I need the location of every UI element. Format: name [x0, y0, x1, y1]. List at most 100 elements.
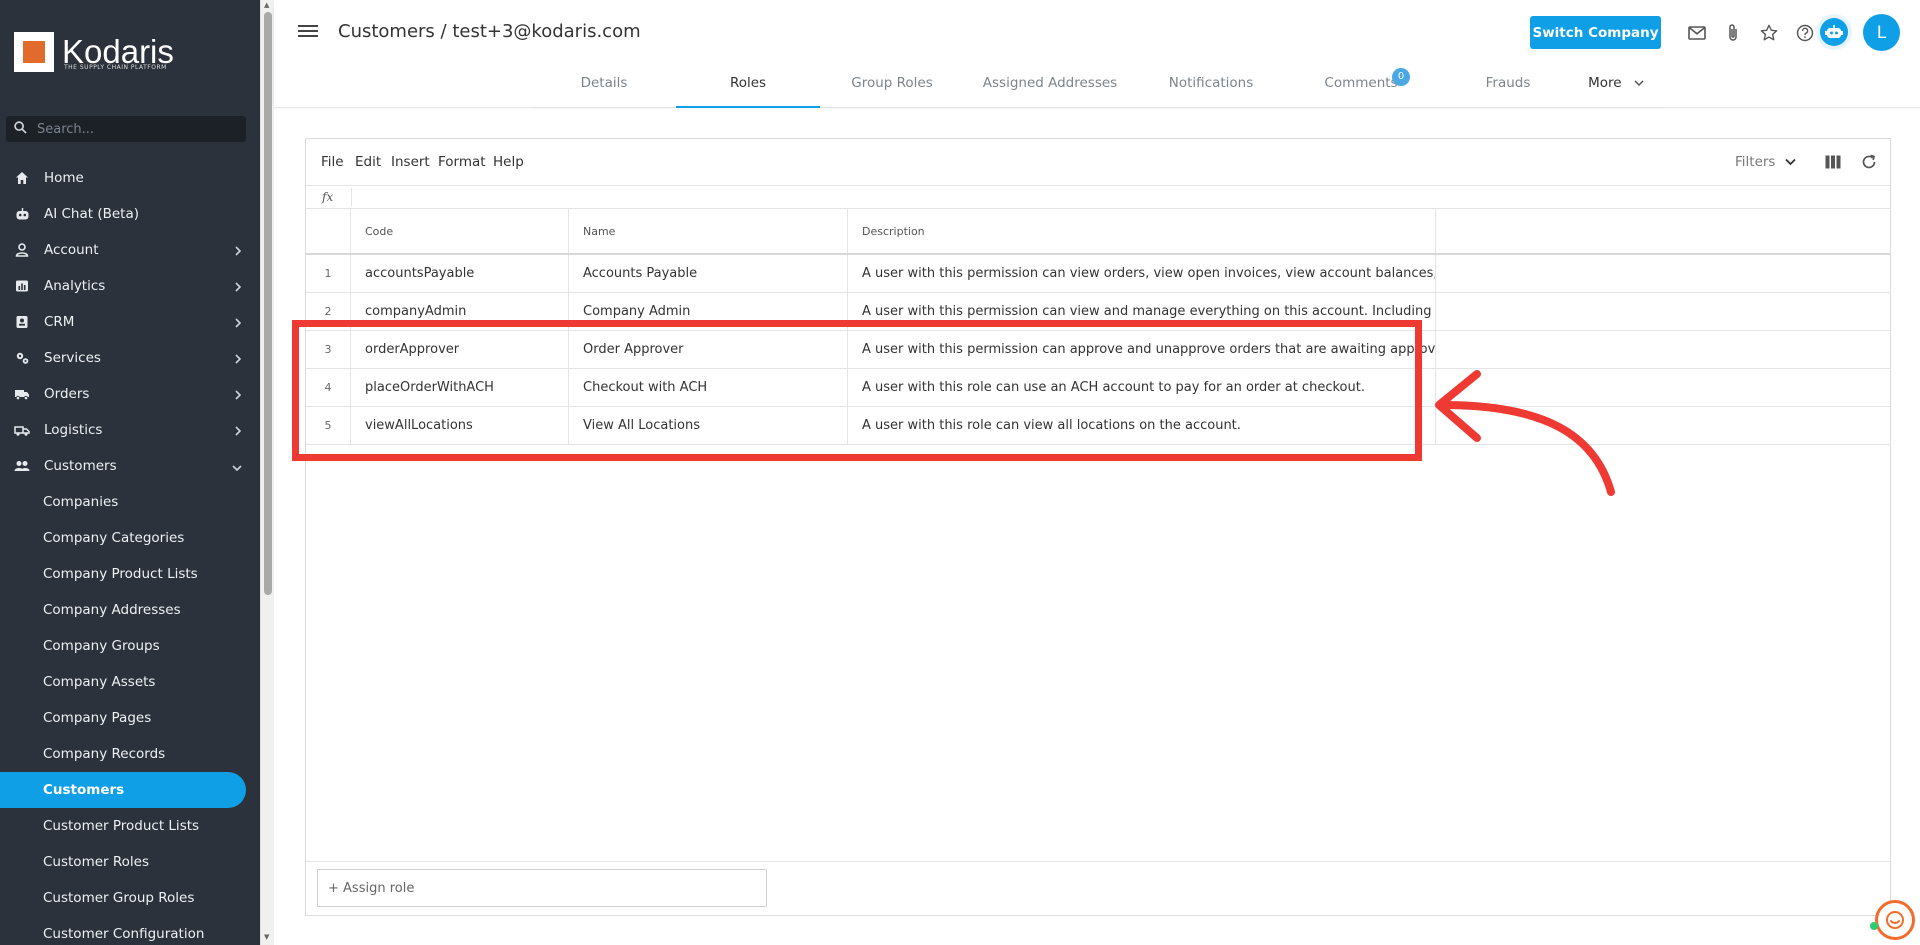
sidebar-item-label: Customers	[44, 458, 117, 474]
sidebar-item-ai-chat[interactable]: AI Chat (Beta)	[0, 196, 260, 232]
tab-frauds[interactable]: Frauds	[1436, 70, 1580, 108]
sidebar-item-label: Services	[44, 350, 101, 366]
sidebar-item-home[interactable]: Home	[0, 160, 260, 196]
menu-file[interactable]: File	[321, 154, 344, 170]
sidebar-subitem-customer-product-lists[interactable]: Customer Product Lists	[0, 808, 260, 844]
menu-toggle-icon[interactable]	[298, 22, 318, 42]
tab-group-roles[interactable]: Group Roles	[820, 70, 964, 108]
assign-role-button[interactable]: + Assign role	[317, 869, 767, 907]
tab-label: Roles	[729, 75, 767, 91]
help-icon[interactable]	[1794, 22, 1816, 44]
sidebar-item-analytics[interactable]: Analytics	[0, 268, 260, 304]
star-icon[interactable]	[1758, 22, 1780, 44]
user-avatar[interactable]: L	[1863, 14, 1900, 51]
delivery-icon	[14, 422, 30, 438]
sidebar-subitem-customer-configuration[interactable]: Customer Configuration	[0, 916, 260, 945]
column-header-code[interactable]: Code	[351, 209, 569, 253]
sidebar-item-logistics[interactable]: Logistics	[0, 412, 260, 448]
sidebar-item-label: Account	[44, 242, 99, 258]
sidebar-subitem-customer-group-roles[interactable]: Customer Group Roles	[0, 880, 260, 916]
row-number-header	[306, 209, 351, 253]
chevron-right-icon	[234, 352, 242, 368]
sidebar-subitem-company-product-lists[interactable]: Company Product Lists	[0, 556, 260, 592]
tab-comments[interactable]: Comments 0	[1286, 68, 1436, 108]
column-header-empty	[1436, 209, 1890, 253]
cell-code[interactable]: accountsPayable	[351, 255, 569, 292]
sidebar-subitem-company-groups[interactable]: Company Groups	[0, 628, 260, 664]
person-icon	[14, 242, 30, 258]
sidebar-item-account[interactable]: Account	[0, 232, 260, 268]
scrollbar-thumb[interactable]	[264, 12, 272, 595]
tab-roles[interactable]: Roles	[676, 70, 820, 108]
sidebar-item-orders[interactable]: Orders	[0, 376, 260, 412]
tab-label: Frauds	[1485, 75, 1531, 91]
tab-more[interactable]: More	[1568, 70, 1664, 108]
sidebar-item-label: Analytics	[44, 278, 106, 294]
page-title: Customers / test+3@kodaris.com	[338, 21, 641, 42]
kodaris-logo-icon	[14, 32, 54, 72]
switch-company-button[interactable]: Switch Company	[1530, 16, 1661, 49]
sidebar-item-label: Customer Roles	[43, 854, 149, 870]
cell-name[interactable]: Accounts Payable	[569, 255, 848, 292]
scroll-down-icon[interactable]: ▼	[264, 933, 269, 941]
tab-label: Notifications	[1168, 75, 1254, 91]
menu-help[interactable]: Help	[493, 154, 524, 170]
paperclip-icon[interactable]	[1722, 22, 1744, 44]
contact-card-icon	[14, 314, 30, 330]
mail-icon[interactable]	[1686, 22, 1708, 44]
search-icon	[14, 120, 27, 138]
top-header: Customers / test+3@kodaris.com Switch Co…	[274, 0, 1920, 108]
sidebar-subitem-company-pages[interactable]: Company Pages	[0, 700, 260, 736]
sidebar-item-label: Company Assets	[43, 674, 156, 690]
sidebar-subitem-company-assets[interactable]: Company Assets	[0, 664, 260, 700]
sidebar-subitem-customers[interactable]: Customers	[0, 772, 246, 808]
column-header-name[interactable]: Name	[569, 209, 848, 253]
table-row[interactable]: 1 accountsPayable Accounts Payable A use…	[306, 255, 1890, 293]
sidebar-item-customers[interactable]: Customers	[0, 448, 260, 484]
sidebar-subitem-companies[interactable]: Companies	[0, 484, 260, 520]
sidebar-item-services[interactable]: Services	[0, 340, 260, 376]
sidebar-item-label: CRM	[44, 314, 75, 330]
truck-icon	[14, 386, 30, 402]
sidebar-item-label: AI Chat (Beta)	[44, 206, 140, 222]
sidebar-search-input[interactable]	[37, 121, 237, 137]
people-icon	[14, 458, 30, 474]
ai-assistant-button[interactable]	[1816, 14, 1852, 50]
table-header: Code Name Description	[306, 209, 1890, 255]
sidebar-subitem-company-addresses[interactable]: Company Addresses	[0, 592, 260, 628]
scroll-up-icon[interactable]: ▲	[264, 1, 269, 9]
menu-format[interactable]: Format	[438, 154, 486, 170]
columns-icon[interactable]	[1822, 151, 1844, 173]
support-chat-button[interactable]	[1875, 900, 1915, 940]
sidebar: Kodaris THE SUPPLY CHAIN PLATFORM Home A…	[0, 0, 260, 945]
menu-insert[interactable]: Insert	[391, 154, 430, 170]
tab-details[interactable]: Details	[532, 70, 676, 108]
sidebar-item-crm[interactable]: CRM	[0, 304, 260, 340]
tab-assigned-addresses[interactable]: Assigned Addresses	[964, 70, 1136, 108]
sidebar-item-label: Company Records	[43, 746, 166, 762]
sidebar-search	[6, 116, 246, 142]
filters-label: Filters	[1735, 154, 1776, 170]
cell-description[interactable]: A user with this permission can view ord…	[848, 255, 1436, 292]
tab-label: More	[1588, 75, 1622, 91]
sidebar-item-label: Customer Group Roles	[43, 890, 195, 906]
refresh-icon[interactable]	[1858, 151, 1880, 173]
tab-notifications[interactable]: Notifications	[1136, 70, 1286, 108]
chevron-down-icon	[1634, 75, 1644, 91]
formula-bar[interactable]: fx	[306, 185, 1890, 209]
robot-icon	[1820, 18, 1848, 46]
menu-edit[interactable]: Edit	[355, 154, 381, 170]
sidebar-subitem-company-categories[interactable]: Company Categories	[0, 520, 260, 556]
chat-icon	[1886, 911, 1904, 929]
sidebar-subitem-company-records[interactable]: Company Records	[0, 736, 260, 772]
filters-dropdown[interactable]: Filters	[1735, 154, 1797, 170]
record-tabs: Details Roles Group Roles Assigned Addre…	[532, 68, 1664, 108]
online-status-dot	[1870, 922, 1878, 930]
sidebar-item-label: Company Groups	[43, 638, 160, 654]
sidebar-subitem-customer-roles[interactable]: Customer Roles	[0, 844, 260, 880]
annotation-arrow-icon	[1435, 370, 1615, 496]
annotation-highlight-box	[292, 320, 1422, 461]
column-header-description[interactable]: Description	[848, 209, 1436, 253]
sidebar-scrollbar[interactable]: ▲ ▼	[260, 0, 274, 945]
sidebar-item-label: Company Product Lists	[43, 566, 198, 582]
